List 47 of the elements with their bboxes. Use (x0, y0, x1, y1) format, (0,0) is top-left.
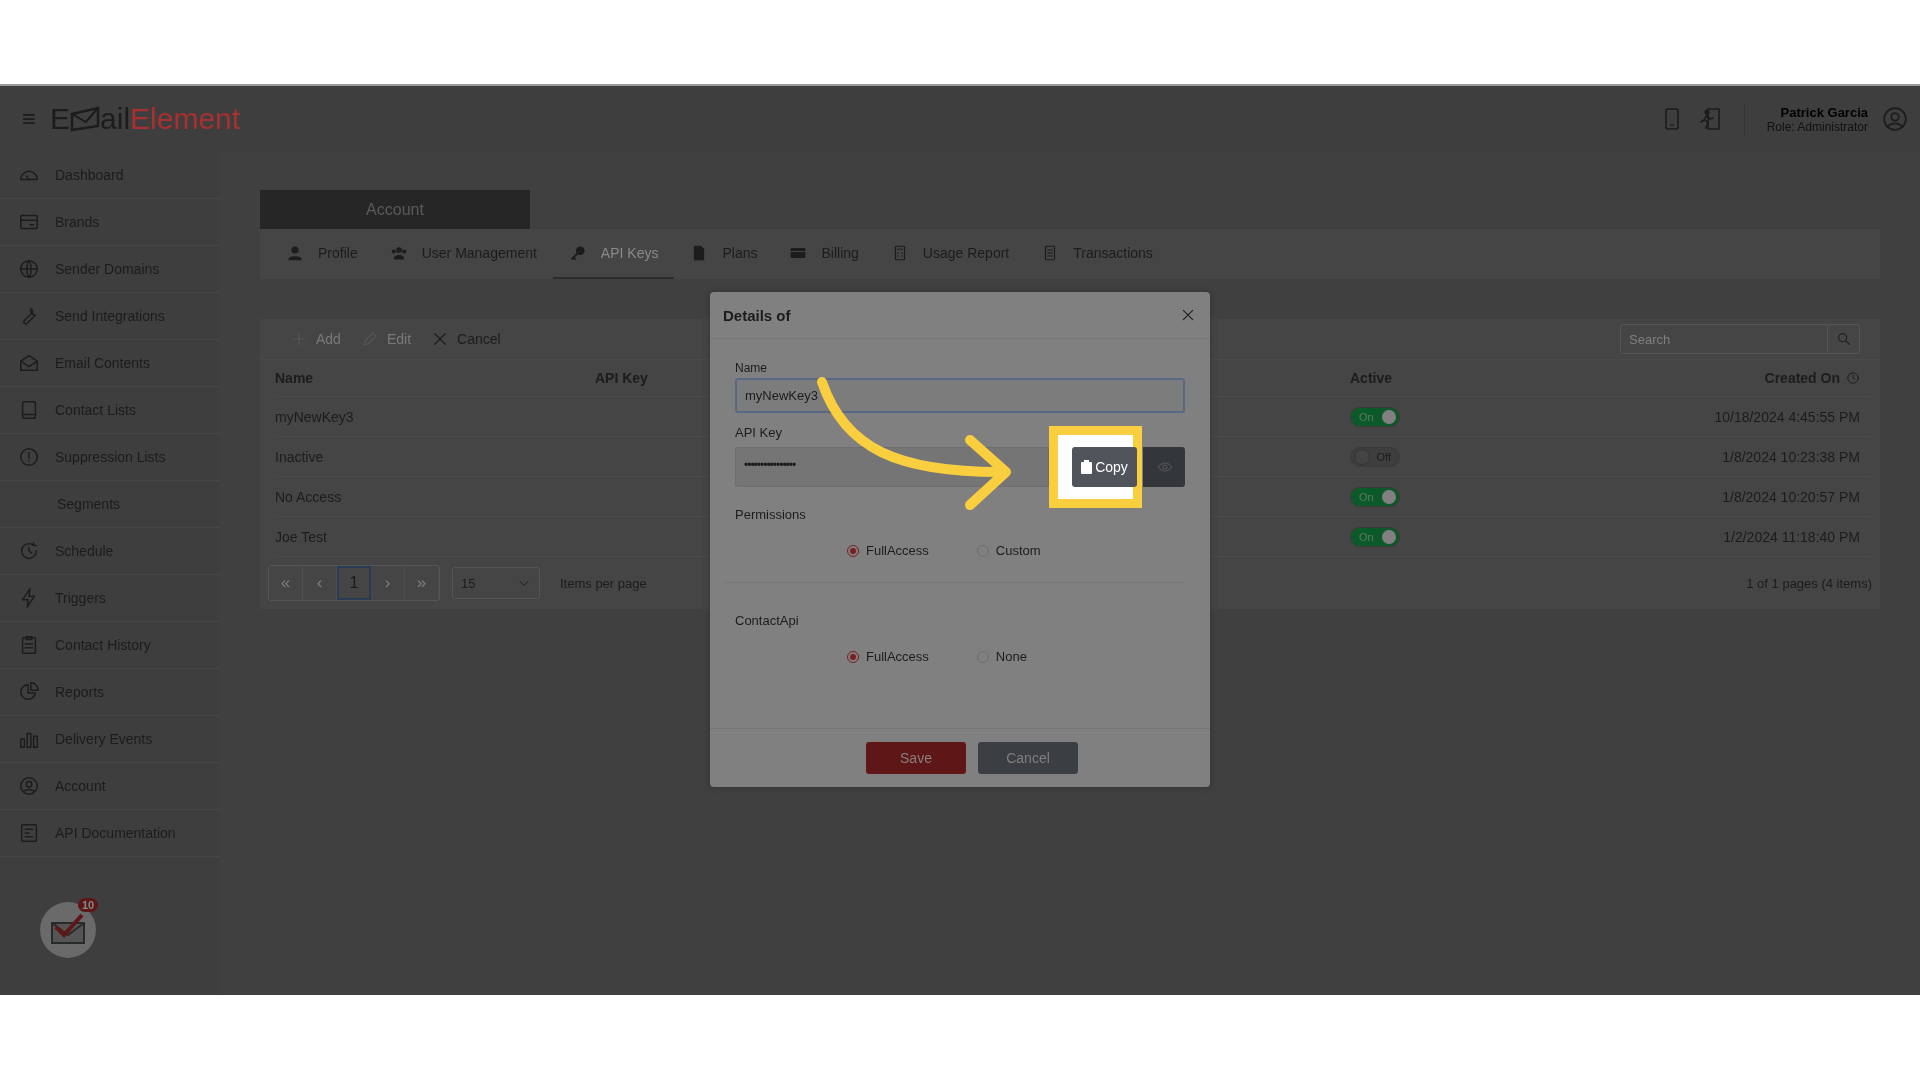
save-button[interactable]: Save (866, 742, 966, 774)
clipboard-icon (1081, 460, 1093, 474)
envelope-logo-icon (70, 106, 101, 132)
search-icon (1835, 331, 1852, 347)
notification-badge: 10 (78, 898, 99, 912)
user-avatar-icon (1882, 106, 1908, 132)
user-name: Patrick Garcia (1780, 104, 1868, 120)
pie-chart-icon (18, 681, 40, 703)
exit-icon (1697, 107, 1722, 131)
close-button[interactable] (1180, 307, 1196, 323)
field-label: Name (735, 361, 768, 375)
mail-notification-icon[interactable] (40, 902, 96, 958)
group-label: Permissions (735, 507, 807, 522)
document-icon (18, 822, 40, 844)
page-button[interactable]: « (269, 566, 303, 600)
dialog-title: Details of (723, 306, 791, 324)
clock-icon (18, 540, 40, 562)
globe-icon (18, 258, 40, 280)
toggle-switch[interactable]: On (1350, 526, 1400, 547)
toggle-switch[interactable]: On (1350, 486, 1400, 507)
radio-option[interactable]: Custom (976, 543, 1041, 558)
toggle-switch[interactable]: On (1350, 406, 1400, 427)
radio-option[interactable]: FullAccess (847, 543, 929, 558)
menu-button[interactable]: ≡ (22, 105, 36, 133)
search-button[interactable] (1828, 324, 1860, 354)
envelope-icon (18, 352, 40, 374)
group-label: ContactApi (735, 613, 800, 628)
person-icon (286, 244, 304, 262)
tab[interactable]: API Keys (552, 229, 675, 279)
close-icon (1180, 307, 1196, 323)
cancel-button[interactable]: Cancel (978, 742, 1078, 774)
logo-accent-text: Element (130, 102, 241, 136)
field-label: API Key (735, 425, 783, 440)
alert-icon (18, 446, 40, 468)
page-button[interactable]: › (371, 566, 405, 600)
search-field[interactable]: Search (1620, 324, 1828, 354)
page-button[interactable]: » (405, 566, 439, 600)
user-circle-icon (18, 775, 40, 797)
radio-option[interactable]: FullAccess (847, 649, 929, 664)
copy-button[interactable]: Copy (1072, 447, 1137, 487)
eye-icon (1157, 459, 1173, 475)
clock-icon (1846, 371, 1860, 385)
radio-option[interactable]: None (976, 649, 1027, 664)
name-input-field[interactable]: myNewKey3 (735, 378, 1185, 413)
page-button[interactable]: ‹ (303, 566, 337, 600)
key-icon (568, 244, 587, 262)
people-icon (389, 244, 408, 262)
